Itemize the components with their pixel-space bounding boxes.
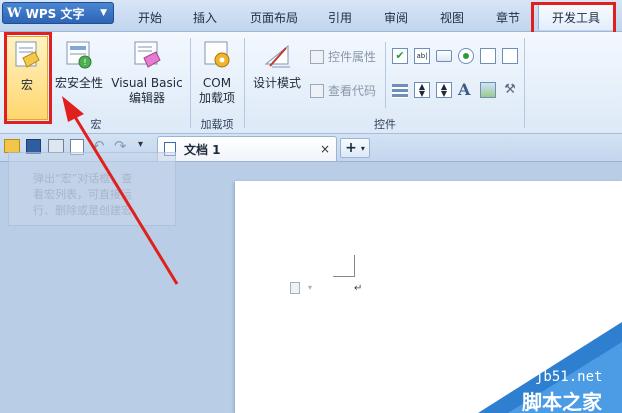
red-arrow-annotation bbox=[62, 96, 179, 285]
